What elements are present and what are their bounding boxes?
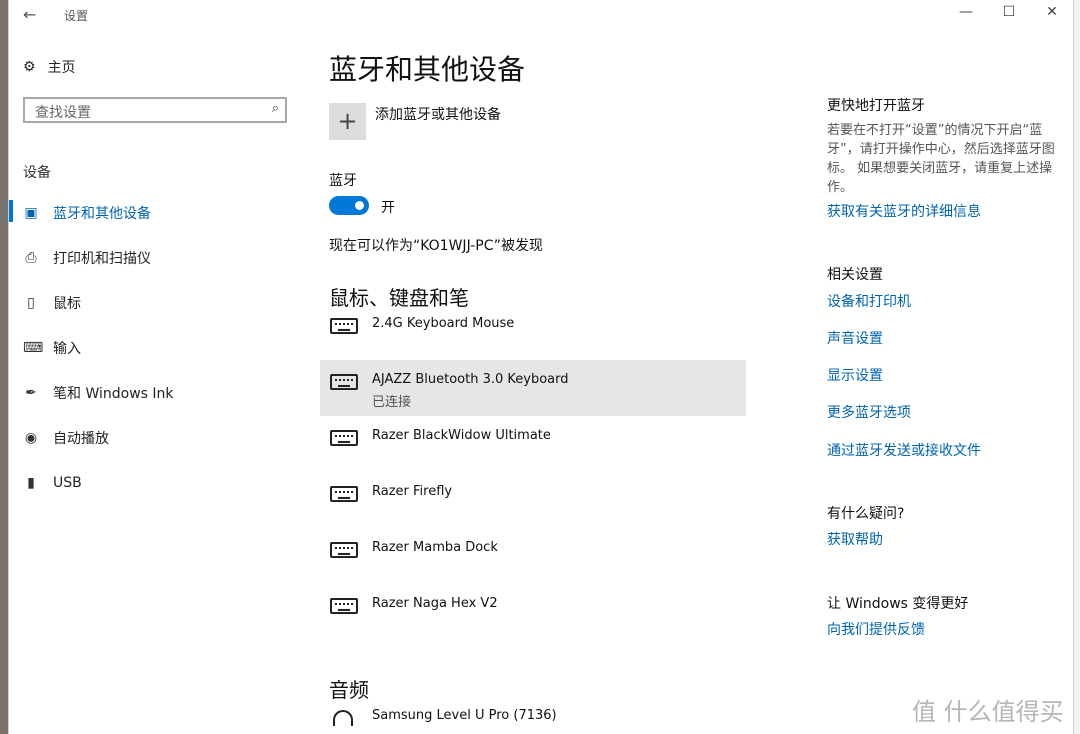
- bluetooth-file-transfer-link[interactable]: 通过蓝牙发送或接收文件: [827, 440, 981, 460]
- more-bluetooth-options-link[interactable]: 更多蓝牙选项: [827, 402, 911, 422]
- bluetooth-info-link[interactable]: 获取有关蓝牙的详细信息: [827, 201, 981, 221]
- search-icon[interactable]: ⌕: [272, 101, 279, 116]
- audio-heading: 音频: [329, 678, 369, 702]
- window-title: 设置: [64, 9, 89, 23]
- sidebar-item-label: 笔和 Windows Ink: [53, 385, 174, 402]
- plus-icon: +: [337, 107, 358, 135]
- related-settings-title: 相关设置: [827, 267, 883, 283]
- device-item[interactable]: Razer Mamba Dock: [320, 528, 746, 584]
- sidebar-item-label: USB: [53, 474, 82, 491]
- question-title: 有什么疑问?: [827, 506, 905, 522]
- device-item[interactable]: 2.4G Keyboard Mouse: [320, 304, 746, 360]
- audio-device-item[interactable]: Samsung Level U Pro (7136): [329, 702, 755, 734]
- sidebar-item-printers[interactable]: ⎙ 打印机和扫描仪: [9, 235, 299, 280]
- discoverable-text: 现在可以作为“KO1WJJ-PC”被发现: [329, 238, 543, 254]
- device-item[interactable]: Razer BlackWidow Ultimate: [320, 416, 746, 472]
- maximize-icon[interactable]: ☐: [986, 4, 1032, 20]
- page-title: 蓝牙和其他设备: [329, 53, 526, 86]
- device-name: Razer BlackWidow Ultimate: [372, 428, 551, 443]
- sidebar-item-input[interactable]: ⌨ 输入: [9, 325, 299, 370]
- keyboard-icon: [330, 542, 358, 558]
- device-name: 2.4G Keyboard Mouse: [372, 316, 515, 331]
- home-link[interactable]: ⚙ 主页: [23, 57, 76, 77]
- keyboard-icon: [330, 318, 358, 334]
- usb-icon: ▮: [27, 474, 35, 491]
- device-item[interactable]: AJAZZ Bluetooth 3.0 Keyboard 已连接: [320, 360, 746, 416]
- sidebar-item-mouse[interactable]: ▯ 鼠标: [9, 280, 299, 325]
- close-icon[interactable]: ✕: [1029, 4, 1075, 20]
- minimize-icon[interactable]: —: [943, 4, 989, 20]
- device-item[interactable]: Razer Firefly: [320, 472, 746, 528]
- desktop-background: [0, 0, 8, 734]
- sidebar-item-autoplay[interactable]: ◉ 自动播放: [9, 415, 299, 460]
- device-name: AJAZZ Bluetooth 3.0 Keyboard: [372, 372, 569, 387]
- sidebar-item-label: 输入: [53, 340, 81, 357]
- audio-device-name: Samsung Level U Pro (7136): [372, 708, 557, 723]
- devices-printers-link[interactable]: 设备和打印机: [827, 291, 911, 311]
- sidebar-item-usb[interactable]: ▮ USB: [9, 460, 299, 505]
- quick-bluetooth-text: 若要在不打开“设置”的情况下开启“蓝牙”，请打开操作中心，然后选择蓝牙图标。 如…: [827, 123, 1055, 195]
- autoplay-icon: ◉: [24, 429, 38, 446]
- search-placeholder: 查找设置: [35, 105, 91, 121]
- keyboard-icon: [330, 486, 358, 502]
- improve-windows-title: 让 Windows 变得更好: [827, 596, 969, 612]
- device-status: 已连接: [372, 395, 412, 410]
- keyboard-icon: [330, 374, 358, 390]
- display-settings-link[interactable]: 显示设置: [827, 365, 883, 385]
- sidebar-item-label: 鼠标: [53, 295, 81, 312]
- bluetooth-label: 蓝牙: [329, 173, 357, 189]
- toggle-state-label: 开: [381, 200, 395, 216]
- add-device-button[interactable]: +: [329, 103, 366, 140]
- keyboard-icon: [330, 430, 358, 446]
- quick-bluetooth-title: 更快地打开蓝牙: [827, 98, 925, 114]
- sound-settings-link[interactable]: 声音设置: [827, 328, 883, 348]
- settings-window: ← 设置 — ☐ ✕ ⚙ 主页 查找设置 ⌕ 设备 ▣ 蓝牙和其他设备 ⎙ 打印…: [8, 0, 1074, 734]
- keyboard-icon: [330, 598, 358, 614]
- search-input[interactable]: 查找设置 ⌕: [23, 97, 287, 123]
- home-label: 主页: [47, 60, 76, 76]
- device-item[interactable]: Razer Naga Hex V2: [320, 584, 746, 640]
- sidebar-item-pen[interactable]: ✒ 笔和 Windows Ink: [9, 370, 299, 415]
- title-bar: ← 设置 — ☐ ✕: [9, 0, 1073, 30]
- device-name: Razer Naga Hex V2: [372, 596, 498, 611]
- printer-icon: ⎙: [25, 249, 37, 266]
- pen-icon: ✒: [25, 384, 37, 401]
- back-arrow-icon[interactable]: ←: [23, 5, 36, 24]
- bluetooth-toggle[interactable]: [329, 196, 369, 215]
- sidebar-item-label: 自动播放: [53, 430, 109, 447]
- headphones-icon: [333, 710, 353, 726]
- device-name: Razer Firefly: [372, 484, 453, 499]
- sidebar-item-bluetooth[interactable]: ▣ 蓝牙和其他设备: [9, 190, 299, 235]
- feedback-link[interactable]: 向我们提供反馈: [827, 619, 925, 639]
- get-help-link[interactable]: 获取帮助: [827, 529, 883, 549]
- sidebar-section-label: 设备: [23, 165, 51, 181]
- bluetooth-devices-icon: ▣: [24, 204, 38, 221]
- add-device-label[interactable]: 添加蓝牙或其他设备: [375, 104, 501, 124]
- sidebar-item-label: 打印机和扫描仪: [53, 250, 151, 267]
- gear-icon: ⚙: [23, 59, 36, 75]
- device-name: Razer Mamba Dock: [372, 540, 498, 555]
- sidebar-nav: ▣ 蓝牙和其他设备 ⎙ 打印机和扫描仪 ▯ 鼠标 ⌨ 输入 ✒ 笔和 Windo…: [9, 190, 299, 505]
- keyboard-icon: ⌨: [23, 339, 44, 356]
- watermark: 值 什么值得买: [912, 698, 1064, 726]
- device-list: 2.4G Keyboard Mouse AJAZZ Bluetooth 3.0 …: [320, 304, 746, 640]
- sidebar-item-label: 蓝牙和其他设备: [53, 205, 151, 222]
- mouse-icon: ▯: [27, 294, 35, 311]
